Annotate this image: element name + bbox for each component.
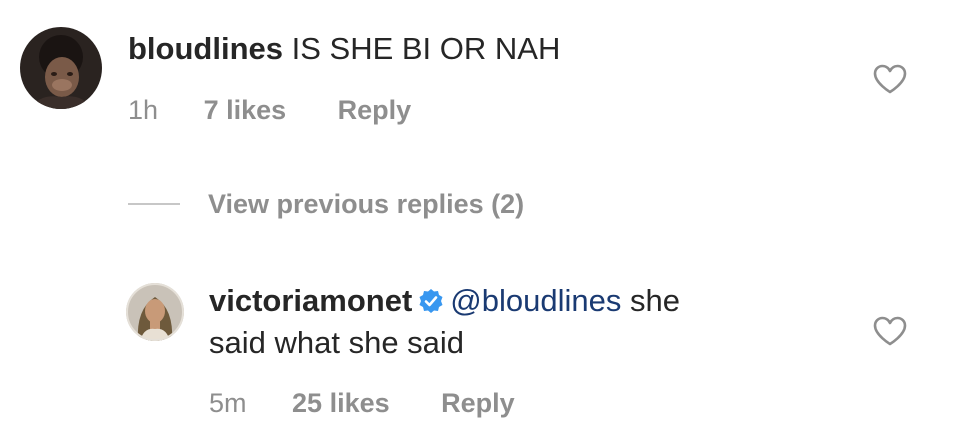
heart-outline-icon[interactable] — [873, 316, 907, 346]
comment-timestamp: 1h — [128, 95, 159, 125]
comments-thread: bloudlines IS SHE BI OR NAH 1h 7 likes R… — [0, 0, 954, 432]
view-previous-replies-label: View previous replies (2) — [208, 188, 525, 219]
reply-thread-divider — [128, 203, 180, 205]
reply-text-line1: she — [629, 283, 680, 318]
heart-outline-icon[interactable] — [873, 64, 907, 94]
reply-timestamp: 5m — [209, 388, 247, 418]
comment-text: IS SHE BI OR NAH — [291, 31, 561, 66]
reply-likes-count[interactable]: 25 likes — [292, 386, 390, 420]
reply-body: victoriamonet @bloudlines she said what … — [209, 280, 680, 364]
avatar-bloudlines[interactable] — [20, 27, 102, 109]
comment-username[interactable]: bloudlines — [128, 31, 283, 66]
reply-button[interactable]: Reply — [338, 93, 412, 127]
comment-likes-count[interactable]: 7 likes — [204, 93, 287, 127]
reply-button[interactable]: Reply — [441, 386, 515, 420]
verified-badge-icon — [418, 283, 444, 313]
reply-meta: 5m 25 likes Reply — [209, 386, 515, 420]
reply-username[interactable]: victoriamonet — [209, 283, 412, 318]
view-previous-replies[interactable]: View previous replies (2) — [128, 186, 524, 222]
comment-meta: 1h 7 likes Reply — [128, 93, 411, 127]
comment-body: bloudlines IS SHE BI OR NAH — [128, 28, 560, 70]
reply-mention[interactable]: @bloudlines — [450, 283, 621, 318]
avatar-victoriamonet[interactable] — [126, 283, 184, 341]
reply-text-line2: said what she said — [209, 325, 465, 360]
